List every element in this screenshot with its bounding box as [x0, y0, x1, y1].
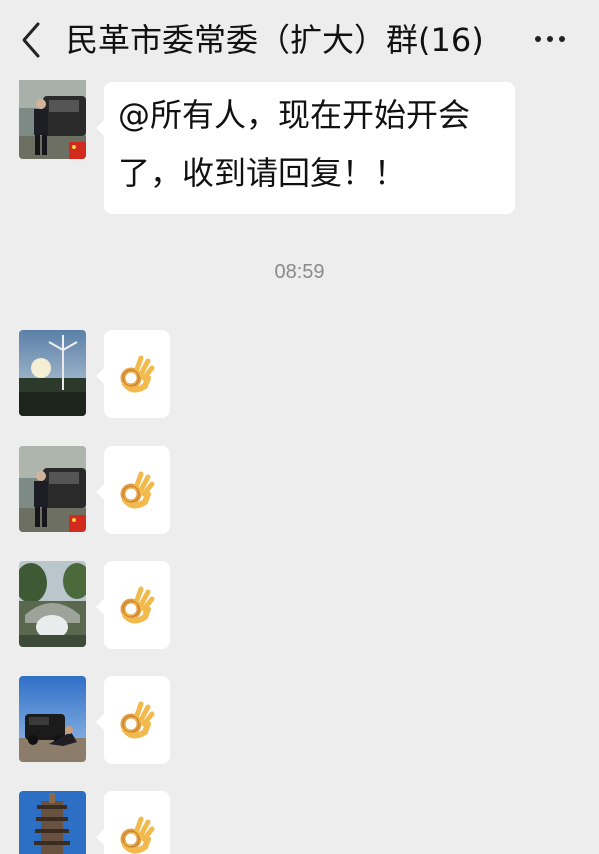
- man-with-car-avatar[interactable]: [19, 78, 86, 159]
- emoji-message-bubble[interactable]: [96, 330, 170, 418]
- more-button[interactable]: [528, 24, 572, 54]
- bubble-tail: [96, 714, 104, 730]
- back-button[interactable]: [14, 18, 54, 62]
- chat-area[interactable]: @所有人，现在开始开会了，收到请回复！！ 08:59: [0, 0, 599, 854]
- ok-hand-icon: [120, 816, 155, 854]
- bubble-tail: [96, 120, 104, 136]
- emoji-message-bubble[interactable]: [96, 791, 170, 854]
- garden-bridge-avatar[interactable]: [19, 561, 86, 647]
- chat-title: 民革市委常委（扩大）群(16): [66, 21, 484, 59]
- ok-hand-icon: [120, 586, 155, 624]
- pagoda-avatar[interactable]: [19, 791, 86, 854]
- wind-turbine-avatar[interactable]: [19, 330, 86, 416]
- bubble-tail: [96, 368, 104, 384]
- message-text: @所有人，现在开始开会了，收到请回复！！: [118, 96, 471, 192]
- chevron-left-icon: [22, 22, 40, 58]
- emoji-message-bubble[interactable]: [96, 561, 170, 649]
- message-timestamp: 08:59: [274, 261, 325, 283]
- bubble-tail: [96, 829, 104, 845]
- ok-hand-icon: [120, 355, 155, 393]
- bubble-tail: [96, 484, 104, 500]
- emoji-message-bubble[interactable]: [96, 446, 170, 534]
- bubble-tail: [96, 599, 104, 615]
- person-with-suv-avatar[interactable]: [19, 676, 86, 762]
- ok-hand-icon: [120, 701, 155, 739]
- text-message-bubble[interactable]: @所有人，现在开始开会了，收到请回复！！: [96, 82, 515, 214]
- man-with-car-avatar[interactable]: [19, 446, 86, 532]
- chat-header: 民革市委常委（扩大）群(16): [0, 0, 599, 80]
- ok-hand-icon: [120, 471, 155, 509]
- emoji-message-bubble[interactable]: [96, 676, 170, 764]
- more-dots-icon: [535, 36, 565, 42]
